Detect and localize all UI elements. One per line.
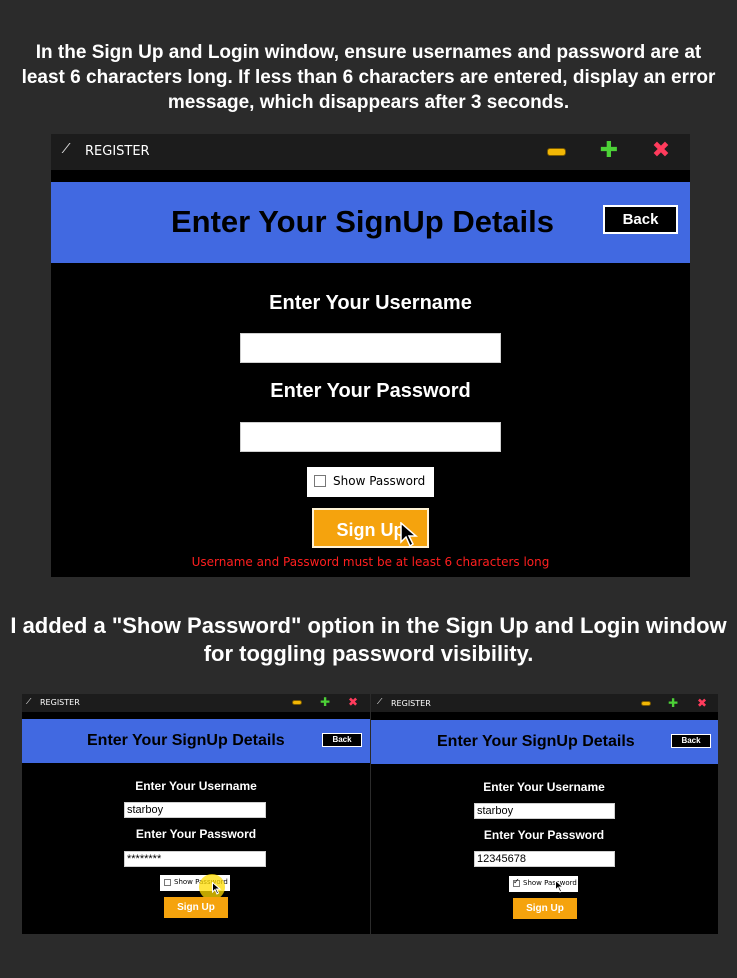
window-title: REGISTER <box>40 698 80 707</box>
close-icon[interactable]: ✖ <box>650 138 672 164</box>
left-register-window: ⁄ REGISTER ✚ ✖ Enter Your SignUp Details… <box>22 694 370 934</box>
show-password-checkbox[interactable]: Show Password <box>307 467 434 497</box>
feather-icon: ⁄ <box>379 697 381 706</box>
password-input[interactable]: 12345678 <box>474 851 615 867</box>
maximize-icon[interactable]: ✚ <box>598 138 620 164</box>
show-password-label: Show Password <box>333 474 426 488</box>
checkbox-square[interactable] <box>314 475 326 487</box>
signup-button[interactable]: Sign Up <box>513 898 577 919</box>
username-input[interactable] <box>240 333 501 363</box>
minimize-icon[interactable] <box>641 701 651 706</box>
username-label: Enter Your Username <box>483 780 605 794</box>
main-register-window: ⁄ REGISTER ✚ ✖ Enter Your SignUp Details… <box>51 134 690 577</box>
title-bar: ⁄ REGISTER ✚ ✖ <box>22 694 370 712</box>
username-label: Enter Your Username <box>135 779 257 793</box>
feather-icon: ⁄ <box>28 697 30 706</box>
maximize-icon[interactable]: ✚ <box>667 696 679 710</box>
mouse-cursor-icon <box>554 879 565 898</box>
header-bar: Enter Your SignUp Details Back <box>371 720 718 764</box>
signup-button[interactable]: Sign Up <box>164 897 228 918</box>
top-caption: In the Sign Up and Login window, ensure … <box>21 42 716 113</box>
checkmark-icon: ✓ <box>513 877 520 886</box>
back-button[interactable]: Back <box>671 734 711 748</box>
show-password-checkbox[interactable]: ✓ Show Password <box>509 876 578 892</box>
username-label: Enter Your Username <box>269 292 472 314</box>
right-register-window: ⁄ REGISTER ✚ ✖ Enter Your SignUp Details… <box>371 694 718 934</box>
error-message: Username and Password must be at least 6… <box>191 555 550 569</box>
header-bar: Enter Your SignUp Details Back <box>51 182 690 263</box>
mouse-cursor-icon <box>399 521 419 553</box>
middle-caption: I added a "Show Password" option in the … <box>10 613 727 666</box>
title-bar: ⁄ REGISTER ✚ ✖ <box>51 134 690 170</box>
page-title: Enter Your SignUp Details <box>437 733 635 750</box>
checkbox-square[interactable] <box>164 879 171 886</box>
password-label: Enter Your Password <box>483 828 605 842</box>
username-input[interactable]: starboy <box>124 802 266 818</box>
minimize-icon[interactable] <box>547 148 566 156</box>
password-label: Enter Your Password <box>135 827 257 841</box>
close-icon[interactable]: ✖ <box>347 695 359 709</box>
minimize-icon[interactable] <box>292 700 302 705</box>
feather-icon: ⁄ <box>65 142 68 157</box>
show-password-label: Show Password <box>523 879 577 887</box>
back-button[interactable]: Back <box>603 205 678 234</box>
username-input[interactable]: starboy <box>474 803 615 819</box>
password-input[interactable]: ******** <box>124 851 266 867</box>
window-title: REGISTER <box>85 144 150 159</box>
title-bar: ⁄ REGISTER ✚ ✖ <box>371 694 718 712</box>
password-input[interactable] <box>240 422 501 452</box>
header-bar: Enter Your SignUp Details Back <box>22 719 370 763</box>
close-icon[interactable]: ✖ <box>696 696 708 710</box>
page-title: Enter Your SignUp Details <box>87 732 285 749</box>
password-label: Enter Your Password <box>270 380 471 402</box>
back-button[interactable]: Back <box>322 733 362 747</box>
window-title: REGISTER <box>391 699 431 708</box>
page-title: Enter Your SignUp Details <box>171 204 554 239</box>
maximize-icon[interactable]: ✚ <box>319 695 331 709</box>
